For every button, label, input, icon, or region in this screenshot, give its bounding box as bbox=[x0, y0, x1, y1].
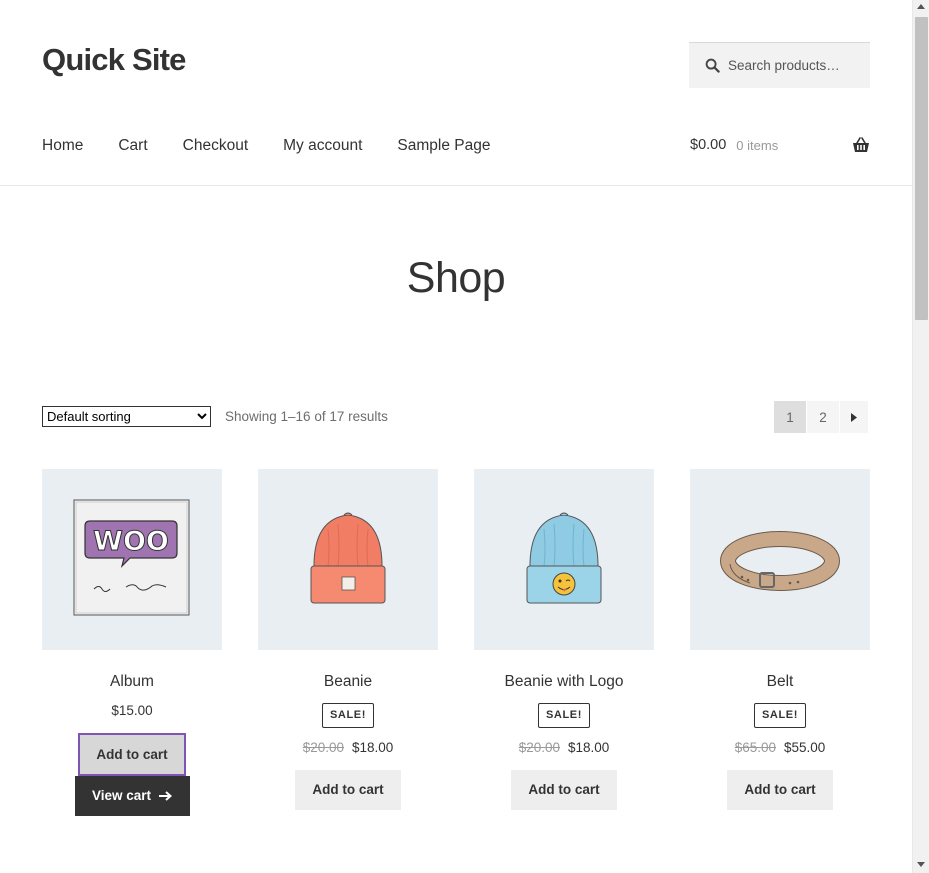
header-cart[interactable]: $0.00 0 items bbox=[690, 137, 870, 153]
product-price: $15.00 bbox=[42, 703, 222, 718]
page: Quick Site Home Cart Checkout My account… bbox=[0, 0, 912, 873]
scroll-down-arrow-icon[interactable] bbox=[917, 862, 925, 867]
search-input[interactable] bbox=[728, 58, 858, 73]
sort-select[interactable]: Default sorting bbox=[42, 406, 211, 427]
search-icon bbox=[705, 58, 720, 73]
nav-item-home[interactable]: Home bbox=[42, 137, 83, 155]
beanie-image bbox=[310, 512, 386, 604]
product-image-belt[interactable] bbox=[690, 469, 870, 650]
product-image-beanie-with-logo[interactable] bbox=[474, 469, 654, 650]
site-title[interactable]: Quick Site bbox=[42, 42, 186, 78]
basket-icon bbox=[853, 137, 869, 152]
svg-text:WOO: WOO bbox=[93, 526, 169, 557]
search-box[interactable] bbox=[689, 42, 870, 88]
arrow-right-icon bbox=[159, 791, 173, 801]
nav-item-cart[interactable]: Cart bbox=[118, 137, 147, 155]
product-card-album: WOO Album $15.00 Add to cart View cart bbox=[42, 469, 222, 816]
regular-price: $20.00 bbox=[518, 740, 560, 755]
sale-badge: SALE! bbox=[538, 703, 590, 728]
nav-item-sample-page[interactable]: Sample Page bbox=[397, 137, 490, 155]
product-image-album[interactable]: WOO bbox=[42, 469, 222, 650]
page-title: Shop bbox=[406, 254, 506, 302]
caret-right-icon bbox=[851, 412, 857, 422]
nav-item-checkout[interactable]: Checkout bbox=[183, 137, 248, 155]
cart-amount: $0.00 bbox=[690, 137, 727, 153]
product-title[interactable]: Belt bbox=[690, 673, 870, 691]
sale-price: $55.00 bbox=[784, 740, 826, 755]
add-to-cart-button[interactable]: Add to cart bbox=[295, 770, 401, 810]
current-price: $15.00 bbox=[111, 703, 153, 718]
product-price: $20.00 $18.00 bbox=[474, 740, 654, 755]
page-2-link[interactable]: 2 bbox=[807, 401, 839, 433]
header-divider bbox=[0, 185, 912, 186]
product-title[interactable]: Beanie bbox=[258, 673, 438, 691]
add-to-cart-button[interactable]: Add to cart bbox=[78, 733, 186, 776]
product-title[interactable]: Beanie with Logo bbox=[474, 673, 654, 691]
scroll-up-arrow-icon[interactable] bbox=[917, 4, 925, 9]
add-to-cart-button[interactable]: Add to cart bbox=[511, 770, 617, 810]
product-price: $65.00 $55.00 bbox=[690, 740, 870, 755]
view-cart-button[interactable]: View cart bbox=[74, 776, 190, 816]
view-cart-label: View cart bbox=[91, 788, 152, 803]
result-count: Showing 1–16 of 17 results bbox=[225, 409, 388, 424]
regular-price: $20.00 bbox=[302, 740, 344, 755]
belt-image bbox=[720, 531, 840, 591]
sale-badge: SALE! bbox=[322, 703, 374, 728]
scrollbar-thumb[interactable] bbox=[915, 17, 928, 320]
product-card-beanie-with-logo: Beanie with Logo SALE! $20.00 $18.00 Add … bbox=[474, 469, 654, 810]
product-card-belt: Belt SALE! $65.00 $55.00 Add to cart bbox=[690, 469, 870, 810]
page-1-current: 1 bbox=[774, 401, 806, 433]
beanie-with-logo-image bbox=[526, 512, 602, 604]
sale-badge: SALE! bbox=[754, 703, 806, 728]
product-card-beanie: Beanie SALE! $20.00 $18.00 Add to cart bbox=[258, 469, 438, 810]
pagination: 1 2 bbox=[774, 401, 869, 433]
nav-item-my-account[interactable]: My account bbox=[283, 137, 362, 155]
regular-price: $65.00 bbox=[734, 740, 776, 755]
product-title[interactable]: Album bbox=[42, 673, 222, 691]
product-price: $20.00 $18.00 bbox=[258, 740, 438, 755]
primary-nav: Home Cart Checkout My account Sample Pag… bbox=[42, 137, 490, 155]
scrollbar[interactable] bbox=[912, 0, 929, 873]
sale-price: $18.00 bbox=[352, 740, 394, 755]
next-page-button[interactable] bbox=[840, 401, 868, 433]
cart-item-count: 0 items bbox=[736, 137, 779, 153]
sale-price: $18.00 bbox=[568, 740, 610, 755]
add-to-cart-button[interactable]: Add to cart bbox=[727, 770, 833, 810]
album-cover-image: WOO bbox=[73, 499, 190, 616]
product-image-beanie[interactable] bbox=[258, 469, 438, 650]
